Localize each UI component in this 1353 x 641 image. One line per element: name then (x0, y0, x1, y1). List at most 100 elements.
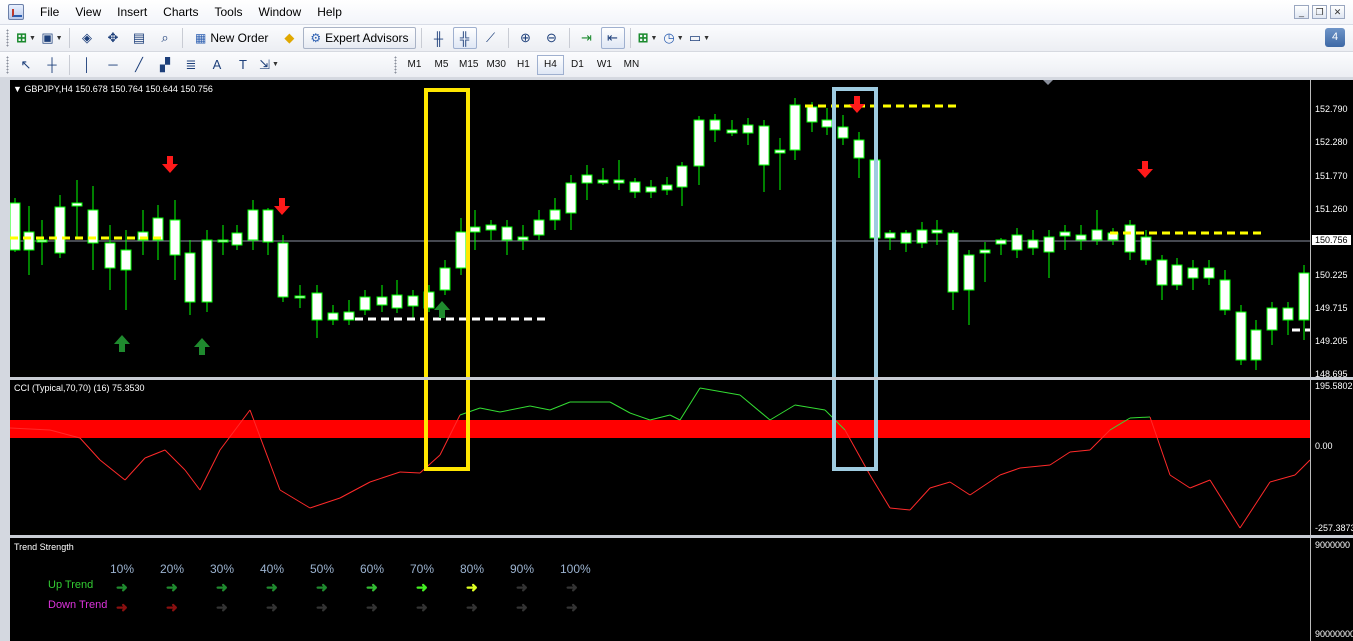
menu-tools[interactable]: Tools (207, 0, 251, 25)
price-scale[interactable]: 152.790 152.280 151.770 151.260 150.756 … (1310, 80, 1353, 379)
chart-header-text: GBPJPY,H4 150.678 150.764 150.644 150.75… (24, 84, 213, 94)
trend-strength-title: Trend Strength (14, 542, 74, 552)
vertical-line-tool[interactable]: │ (75, 54, 99, 76)
text-tool[interactable]: A (205, 54, 229, 76)
candle-body (629, 181, 641, 193)
minimize-button[interactable]: _ (1294, 5, 1309, 19)
cci-scale[interactable]: 195.5802 0.00 -257.3873 (1310, 380, 1353, 535)
line-chart-button[interactable]: ⟋ (479, 27, 503, 49)
clock-icon: ◷ (663, 30, 675, 45)
channel-tool[interactable]: ▞ (153, 54, 177, 76)
terminal-button[interactable]: ▤ (127, 27, 151, 49)
candlestick-button[interactable]: ╬ (452, 27, 477, 49)
toolbar-grip[interactable] (394, 55, 397, 74)
text-label-tool[interactable]: T (231, 54, 255, 76)
up-trend-arrow-icon: ➜ (366, 579, 378, 595)
zoom-in-button[interactable]: ⊕ (514, 27, 538, 49)
expert-advisors-button[interactable]: ⚙ Expert Advisors (303, 27, 416, 49)
sell-arrow-icon (1137, 161, 1153, 178)
up-trend-arrow-icon: ➜ (166, 579, 178, 595)
new-order-label: New Order (210, 31, 269, 45)
candle-body (294, 295, 306, 299)
up-trend-arrow-icon: ➜ (466, 579, 478, 595)
cursor-tool[interactable]: ↖ (14, 54, 38, 76)
candle-body (455, 231, 467, 269)
candle-body (821, 119, 833, 128)
new-order-button[interactable]: ▦ New Order (188, 27, 275, 49)
metaeditor-button[interactable]: ◆ (277, 27, 301, 49)
periods-button[interactable]: ◷ ▼ (662, 27, 686, 49)
timeframe-m30[interactable]: M30 (482, 55, 509, 75)
templates-icon: ▭ (688, 30, 702, 45)
cci-line-segment (649, 414, 671, 421)
market-watch-button[interactable]: ◈ (75, 27, 99, 49)
cci-header: CCI (Typical,70,70) (16) 75.3530 (14, 383, 145, 393)
timeframe-h4[interactable]: H4 (536, 54, 564, 75)
arrows-tool[interactable]: ⇲ ▼ (257, 54, 281, 76)
profiles-icon: ▣ (41, 30, 54, 45)
chart-shift-marker[interactable] (1043, 80, 1053, 85)
strategy-tester-button[interactable]: ⌕ (153, 27, 177, 49)
navigator-button[interactable]: ✥ (101, 27, 125, 49)
cci-line-segment (794, 404, 826, 411)
down-trend-arrow-icon: ➜ (166, 599, 178, 615)
cci-line-segment (679, 387, 701, 421)
price-chart-pane[interactable]: ▼ GBPJPY,H4 150.678 150.764 150.644 150.… (10, 80, 1310, 377)
toolbar-separator (69, 54, 70, 75)
cci-pane[interactable]: CCI (Typical,70,70) (16) 75.3530 (10, 380, 1310, 535)
notifications-badge[interactable]: 4 (1325, 28, 1345, 47)
timeframe-d1[interactable]: D1 (564, 55, 591, 75)
crosshair-tool[interactable]: ┼ (40, 54, 64, 76)
candle-body (54, 206, 66, 254)
menu-insert[interactable]: Insert (109, 0, 155, 25)
sell-arrow-icon (162, 156, 178, 173)
menu-view[interactable]: View (67, 0, 109, 25)
indicators-button[interactable]: ⊞ ▼ (636, 27, 660, 49)
timeframe-mn[interactable]: MN (618, 55, 645, 75)
horizontal-line-tool[interactable]: ─ (101, 54, 125, 76)
candle-body (758, 125, 770, 166)
candle-body (1059, 231, 1071, 237)
cci-canvas[interactable] (10, 380, 1310, 535)
price-chart-canvas[interactable] (10, 80, 1310, 377)
profiles-button[interactable]: ▣ ▼ (40, 27, 64, 49)
candle-body (1219, 279, 1231, 311)
cci-scale-bottom: -257.3873 (1315, 523, 1353, 533)
candle-body (963, 254, 975, 291)
menu-window[interactable]: Window (251, 0, 310, 25)
menu-charts[interactable]: Charts (155, 0, 206, 25)
candle-body (71, 202, 83, 207)
candle-body (1011, 234, 1023, 251)
timeframe-m1[interactable]: M1 (401, 55, 428, 75)
candle-body (169, 219, 181, 256)
timeframe-m5[interactable]: M5 (428, 55, 455, 75)
up-trend-arrow-icon: ➜ (416, 579, 428, 595)
text-tool-label: A (212, 57, 222, 72)
trendline-tool[interactable]: ╱ (127, 54, 151, 76)
close-button[interactable]: ✕ (1330, 5, 1345, 19)
timeframe-m15[interactable]: M15 (455, 55, 482, 75)
chart-shift-button[interactable]: ⇤ (600, 27, 625, 49)
candle-body (709, 119, 721, 131)
candle-body (916, 229, 928, 244)
candle-body (327, 312, 339, 321)
menu-help[interactable]: Help (309, 0, 350, 25)
menu-file[interactable]: File (32, 0, 67, 25)
trend-scale-top: 9000000 (1315, 540, 1351, 550)
toolbar-grip[interactable] (6, 55, 9, 74)
candle-body (517, 236, 529, 241)
down-trend-arrow-icon: ➜ (266, 599, 278, 615)
zoom-out-button[interactable]: ⊖ (540, 27, 564, 49)
new-chart-button[interactable]: ⊞ ▼ (14, 27, 38, 49)
candle-body (597, 179, 609, 184)
toolbar-grip[interactable] (6, 29, 9, 47)
bar-chart-button[interactable]: ╫ (427, 27, 451, 49)
auto-scroll-button[interactable]: ⇥ (575, 27, 599, 49)
templates-button[interactable]: ▭ ▼ (688, 27, 712, 49)
candle-body (231, 232, 243, 246)
candle-body (853, 139, 865, 159)
timeframe-h1[interactable]: H1 (510, 55, 537, 75)
fibonacci-tool[interactable]: ≣ (179, 54, 203, 76)
restore-button[interactable]: ❐ (1312, 5, 1327, 19)
timeframe-w1[interactable]: W1 (591, 55, 618, 75)
